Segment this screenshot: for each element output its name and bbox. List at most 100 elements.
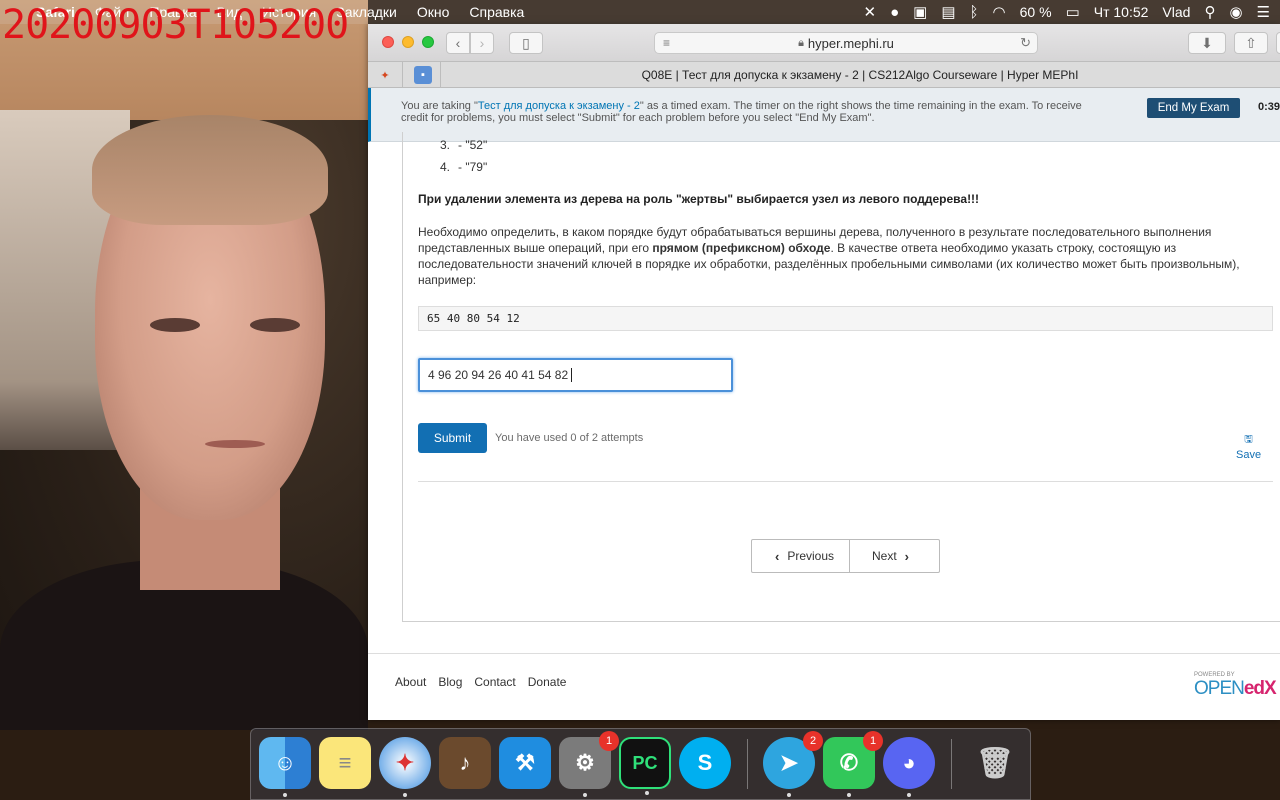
browser-toolbar: ‹ › ▯ ≡ 🔒︎ hyper.mephi.ru ↻ ⬇ ⇧ ⧉: [368, 24, 1280, 62]
text-caret: [571, 368, 573, 382]
garageband-icon[interactable]: ♪: [439, 737, 491, 789]
pycharm-icon[interactable]: PC: [619, 737, 671, 795]
footer-link-donate[interactable]: Donate: [528, 675, 567, 689]
previous-label: Previous: [787, 549, 835, 563]
footer-link-contact[interactable]: Contact: [474, 675, 515, 689]
mute-icon[interactable]: ✕: [864, 3, 877, 21]
window-minimize-button[interactable]: [402, 36, 414, 48]
running-indicator: [787, 793, 791, 797]
previous-button[interactable]: ‹ Previous: [752, 540, 850, 572]
divider: [418, 481, 1273, 482]
lock-icon: 🔒︎: [798, 36, 804, 49]
notification-icon[interactable]: ●: [890, 4, 899, 21]
next-button[interactable]: Next ›: [850, 540, 939, 572]
running-indicator: [583, 793, 587, 797]
openedx-logo[interactable]: POWERED BY OPENedX: [1194, 672, 1277, 700]
course-page: 3. - "52" 4. - "79" При удалении элемента …: [368, 132, 1280, 720]
bluetooth-icon[interactable]: ᛒ: [970, 4, 979, 21]
save-button[interactable]: 🖫︎ Save: [1236, 432, 1261, 461]
next-label: Next: [871, 549, 897, 563]
pinned-tab-favicon[interactable]: ✦: [376, 66, 394, 84]
answer-value: 4 96 20 94 26 40 41 54 82: [428, 368, 569, 382]
exam-banner-text: You are taking "Тест для допуска к экзам…: [401, 100, 1101, 124]
battery-percent[interactable]: 60 %: [1020, 4, 1052, 20]
menu-clock[interactable]: Чт 10:52: [1094, 4, 1149, 20]
safari-icon[interactable]: ✦: [379, 737, 431, 797]
footer-divider: [368, 653, 1280, 654]
footer-links: About Blog Contact Donate: [395, 675, 566, 689]
logo-edx: edX: [1243, 678, 1277, 699]
list-item: 3. - "52": [440, 138, 487, 152]
finder-icon[interactable]: ☺: [259, 737, 311, 797]
menu-user[interactable]: Vlad: [1162, 4, 1190, 20]
answer-input[interactable]: 4 96 20 94 26 40 41 54 82: [418, 358, 733, 392]
share-icon: ⇧: [1245, 34, 1257, 51]
chevron-left-icon: ‹: [455, 35, 461, 51]
tab-divider: [402, 62, 403, 88]
notification-badge: 2: [803, 731, 823, 751]
downloads-button[interactable]: ⬇: [1188, 32, 1226, 54]
banner-text-start: You are taking ": [401, 100, 478, 112]
footer-link-blog[interactable]: Blog: [438, 675, 462, 689]
facetime-icon[interactable]: ✆ 1: [823, 731, 883, 797]
xcode-icon[interactable]: ⚒: [499, 737, 551, 789]
dock-divider: [951, 739, 952, 789]
back-button[interactable]: ‹: [446, 32, 470, 54]
address-bar[interactable]: ≡ 🔒︎ hyper.mephi.ru ↻: [654, 32, 1038, 54]
description-bold: прямом (префиксном) обходе: [652, 241, 831, 255]
pinned-tab-chat-icon[interactable]: ▪: [414, 66, 432, 84]
footer-link-about[interactable]: About: [395, 675, 426, 689]
exam-timer: 0:39:: [1258, 101, 1280, 113]
tab-bar: ✦ ▪ Q08E | Тест для допуска к экзамену -…: [368, 62, 1280, 88]
spotlight-icon[interactable]: ⚲: [1204, 3, 1215, 21]
end-exam-button[interactable]: End My Exam: [1147, 98, 1240, 118]
webcam-eye: [150, 318, 200, 332]
menu-item-window[interactable]: Окно: [417, 4, 450, 20]
flag-icon[interactable]: ▤: [941, 3, 955, 21]
running-indicator: [847, 793, 851, 797]
webcam-feed: [0, 0, 368, 730]
sequence-navigation: ‹ Previous Next ›: [751, 539, 940, 573]
window-maximize-button[interactable]: [422, 36, 434, 48]
menu-item-help[interactable]: Справка: [469, 4, 524, 20]
chevron-right-icon: ›: [479, 35, 485, 51]
siri-icon[interactable]: ◉: [1229, 3, 1242, 21]
message-icon[interactable]: ▣: [913, 3, 927, 21]
list-item: 4. - "79": [440, 160, 487, 174]
telegram-icon[interactable]: ➤ 2: [763, 731, 823, 797]
notification-badge: 1: [599, 731, 619, 751]
battery-icon[interactable]: ▭: [1066, 3, 1080, 21]
save-label: Save: [1236, 449, 1262, 461]
sidebar-toggle-button[interactable]: ▯: [509, 32, 543, 54]
logo-wordmark: OPENedX: [1194, 678, 1277, 699]
system-preferences-icon[interactable]: ⚙ 1: [559, 731, 619, 797]
list-item-number: 4.: [440, 160, 451, 174]
tabs-overview-button[interactable]: ⧉: [1276, 32, 1280, 54]
example-code: 65 40 80 54 12: [418, 306, 1273, 331]
wifi-icon[interactable]: ◠: [993, 3, 1006, 21]
forward-button[interactable]: ›: [470, 32, 494, 54]
reload-icon[interactable]: ↻: [1020, 35, 1031, 51]
sidebar-icon: ▯: [522, 34, 530, 51]
safari-window: ‹ › ▯ ≡ 🔒︎ hyper.mephi.ru ↻ ⬇ ⇧ ⧉ ✦ ▪ Q0…: [368, 24, 1280, 720]
notification-badge: 1: [863, 731, 883, 751]
list-item-value: - "52": [458, 138, 488, 152]
share-button[interactable]: ⇧: [1234, 32, 1268, 54]
active-tab-title[interactable]: Q08E | Тест для допуска к экзамену - 2 |…: [440, 68, 1280, 82]
webcam-hair: [92, 115, 328, 225]
exam-link[interactable]: Тест для допуска к экзамену - 2: [478, 100, 640, 112]
reader-icon[interactable]: ≡: [663, 36, 670, 50]
submit-button[interactable]: Submit: [418, 423, 487, 453]
problem-note: При удалении элемента из дерева на роль …: [418, 192, 980, 206]
download-icon: ⬇: [1201, 34, 1213, 51]
skype-icon[interactable]: S: [679, 737, 731, 789]
trash-icon[interactable]: 🗑︎: [969, 737, 1021, 789]
discord-icon[interactable]: ◕: [883, 737, 935, 797]
problem-description: Необходимо определить, в каком порядке б…: [418, 224, 1270, 288]
menubar-status-area: ✕ ● ▣ ▤ ᛒ ◠ 60 % ▭ Чт 10:52 Vlad ⚲ ◉ ☰: [864, 0, 1270, 24]
window-close-button[interactable]: [382, 36, 394, 48]
dock-divider: [747, 739, 748, 789]
notes-icon[interactable]: ≡: [319, 737, 371, 789]
notification-center-icon[interactable]: ☰: [1257, 3, 1270, 21]
logo-open: OPEN: [1194, 678, 1245, 699]
